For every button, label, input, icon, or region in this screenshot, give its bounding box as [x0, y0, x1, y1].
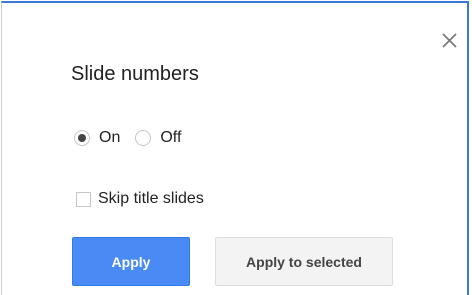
apply-button[interactable]: Apply — [72, 237, 190, 286]
dialog-title: Slide numbers — [71, 63, 199, 85]
radio-selected-dot — [78, 134, 86, 142]
radio-on[interactable] — [74, 130, 90, 146]
skip-title-slides-option[interactable]: Skip title slides — [76, 190, 204, 208]
radio-on-label: On — [99, 129, 121, 146]
radio-on-option[interactable]: On — [74, 129, 120, 147]
slide-number-options: On Off — [74, 129, 181, 147]
close-icon[interactable] — [442, 33, 457, 48]
slide-numbers-dialog: Slide numbers On Off Skip title slides A… — [1, 1, 469, 295]
radio-off-option[interactable]: Off — [135, 129, 181, 147]
radio-off-label: Off — [160, 129, 182, 146]
skip-title-slides-label: Skip title slides — [98, 190, 204, 207]
apply-to-selected-button[interactable]: Apply to selected — [215, 237, 393, 286]
skip-title-slides-checkbox[interactable] — [76, 191, 91, 207]
radio-off[interactable] — [135, 130, 152, 146]
